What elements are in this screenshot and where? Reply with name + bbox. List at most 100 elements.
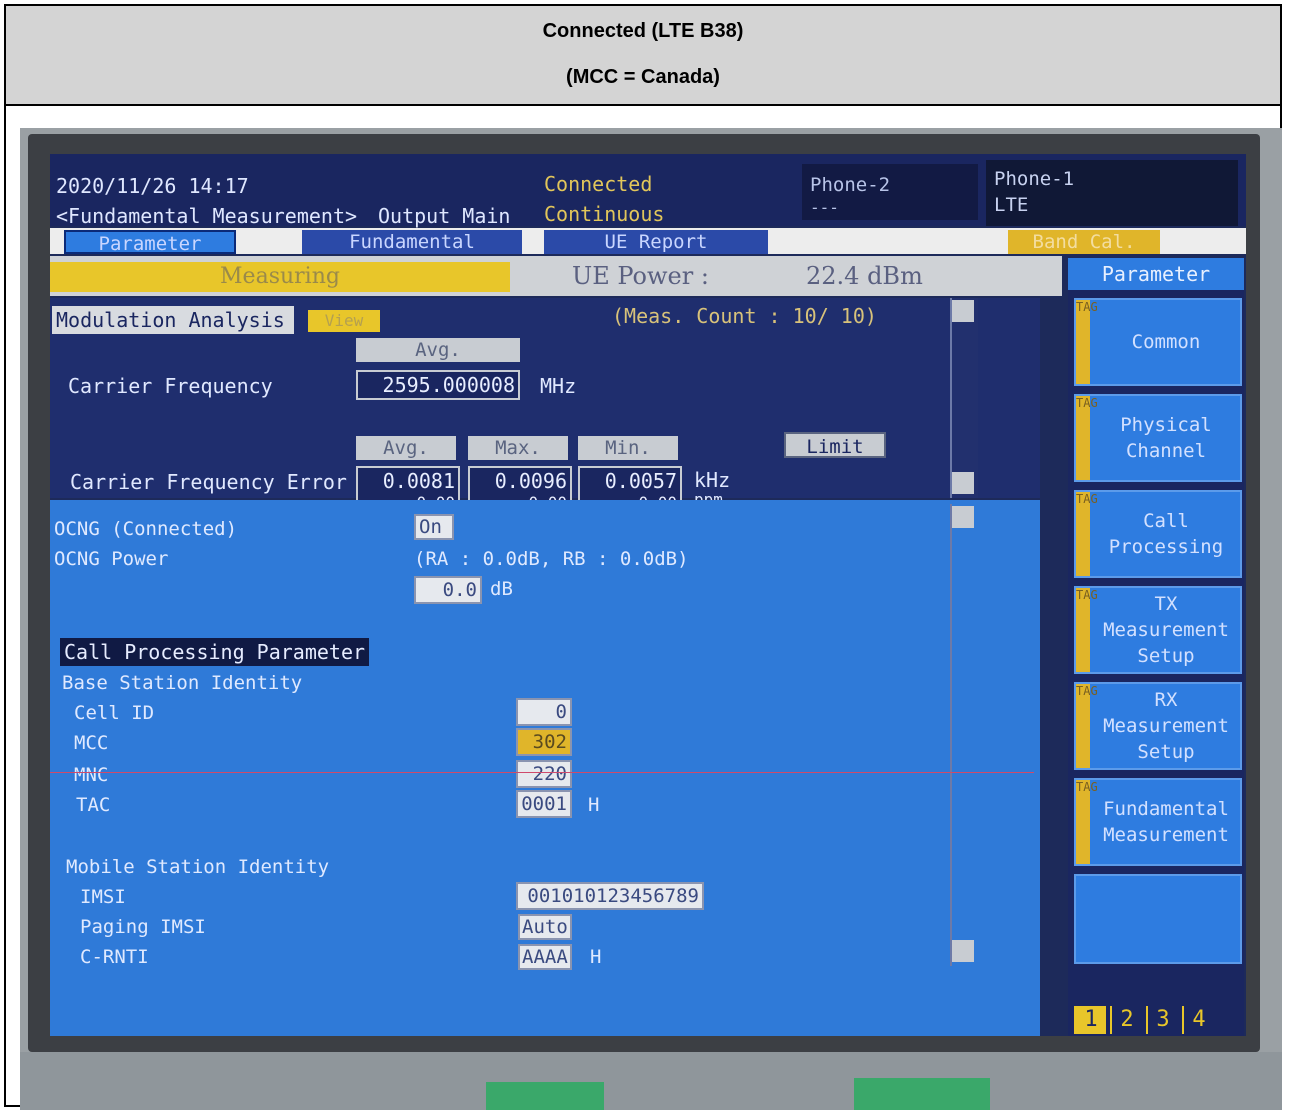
sidebar-button-rx-measurement-setup[interactable]: TAG RX Measurement Setup [1074, 682, 1242, 770]
monitor-base [20, 1052, 1282, 1110]
ocng-value[interactable]: On [414, 514, 454, 540]
connection-status: Connected [544, 172, 653, 196]
scroll-down-icon[interactable] [952, 940, 974, 962]
ocng-power-value[interactable]: 0.0 [414, 576, 482, 604]
screen-divider-line [50, 772, 1034, 773]
carrier-frequency-value: 2595.000008 [356, 370, 520, 400]
phone2-label: Phone-2 [810, 174, 891, 196]
sidebar-button-tx-measurement-setup[interactable]: TAG TX Measurement Setup [1074, 586, 1242, 674]
ue-power-label: UE Power : [572, 262, 709, 290]
cell-id-field[interactable]: 0 [516, 698, 572, 726]
tac-field[interactable]: 0001 [516, 790, 572, 818]
scroll-up-icon[interactable] [952, 506, 974, 528]
tag-icon: TAG [1076, 300, 1098, 384]
mcc-field[interactable]: 302 [516, 728, 572, 756]
modulation-analysis-panel: Modulation Analysis View (Meas. Count : … [50, 298, 1040, 514]
base-station-identity-title: Base Station Identity [62, 672, 303, 694]
tab-bar: Parameter Fundamental UE Report Band Cal… [50, 228, 1246, 255]
ue-power-value: 22.4 dBm [806, 262, 923, 290]
c-rnti-label: C-RNTI [80, 946, 149, 968]
sidebar-button-label: Common [1131, 331, 1201, 353]
carrier-frequency-unit: MHz [540, 374, 577, 398]
tac-label: TAC [76, 794, 111, 816]
sidebar-button-physical-channel[interactable]: TAG Physical Channel [1074, 394, 1242, 482]
imsi-field[interactable]: 001010123456789 [516, 882, 704, 910]
green-object [854, 1078, 990, 1110]
scroll-down-icon[interactable] [952, 472, 974, 494]
err-avg-header: Avg. [356, 436, 456, 460]
view-button[interactable]: View [308, 310, 380, 332]
ocng-label: OCNG (Connected) [54, 518, 238, 540]
mnc-field[interactable]: 220 [516, 760, 572, 788]
avg-header: Avg. [356, 338, 520, 362]
parameter-sidebar: Parameter TAG Common TAG Physical Channel… [1068, 258, 1244, 1036]
page-3[interactable]: 3 [1146, 1006, 1178, 1034]
sidebar-button-label: RX Measurement Setup [1103, 689, 1229, 763]
cfe-max-value: 0.0096 [468, 466, 572, 496]
tag-icon: TAG [1076, 588, 1098, 672]
tag-icon: TAG [1076, 684, 1098, 768]
err-min-header: Min. [578, 436, 678, 460]
phone2-value: --- [810, 198, 839, 217]
tag-icon: TAG [1076, 780, 1098, 864]
caption: Connected (LTE B38) (MCC = Canada) [6, 6, 1280, 106]
sidebar-button-empty[interactable] [1074, 874, 1242, 964]
sidebar-title: Parameter [1068, 258, 1244, 290]
cfe-avg-value: 0.0081 [356, 466, 460, 496]
carrier-frequency-error-label: Carrier Frequency Error [70, 470, 347, 494]
measurement-status-bar: Measuring UE Power : 22.4 dBm [50, 256, 1062, 296]
phone1-value: LTE [994, 194, 1029, 216]
c-rnti-field[interactable]: AAAA [518, 944, 572, 970]
instrument-screen: 2020/11/26 14:17 <Fundamental Measuremen… [50, 154, 1246, 1036]
err-max-header: Max. [468, 436, 568, 460]
sidebar-button-common[interactable]: TAG Common [1074, 298, 1242, 386]
caption-line1: Connected (LTE B38) [542, 20, 744, 42]
sidebar-button-fundamental-measurement[interactable]: TAG Fundamental Measurement [1074, 778, 1242, 866]
page-1[interactable]: 1 [1074, 1006, 1106, 1034]
tac-unit: H [588, 794, 600, 816]
modulation-scrollbar[interactable] [950, 298, 978, 498]
mnc-label: MNC [74, 764, 109, 786]
modulation-title: Modulation Analysis [52, 306, 294, 334]
cell-id-label: Cell ID [74, 702, 155, 724]
cfe-min-value: 0.0057 [578, 466, 682, 496]
page-2[interactable]: 2 [1110, 1006, 1142, 1034]
phone2-panel: Phone-2 --- [802, 164, 978, 220]
cfe-unit: kHz [694, 468, 731, 492]
measuring-indicator: Measuring [50, 262, 510, 292]
scroll-up-icon[interactable] [952, 300, 974, 322]
output-label: Output Main [378, 204, 511, 228]
meas-count: (Meas. Count : 10/ 10) [612, 304, 877, 328]
green-object [486, 1082, 604, 1110]
parameter-list: OCNG (Connected) On OCNG Power (RA : 0.0… [50, 500, 1040, 1036]
ocng-power-info: (RA : 0.0dB, RB : 0.0dB) [414, 548, 689, 570]
tag-icon: TAG [1076, 396, 1098, 480]
c-rnti-unit: H [590, 946, 602, 968]
tab-parameter[interactable]: Parameter [64, 230, 236, 255]
limit-button[interactable]: Limit [784, 432, 886, 458]
sidebar-button-label: Fundamental Measurement [1103, 798, 1229, 846]
band-cal-button[interactable]: Band Cal. [1008, 230, 1160, 254]
mobile-station-identity-title: Mobile Station Identity [66, 856, 330, 878]
parameter-scrollbar[interactable] [950, 504, 978, 966]
sidebar-button-label: TX Measurement Setup [1103, 593, 1229, 667]
continuous-status: Continuous [544, 202, 665, 226]
mcc-label: MCC [74, 732, 109, 754]
page-selector: 1 2 3 4 [1074, 1006, 1242, 1036]
figure-frame: Connected (LTE B38) (MCC = Canada) 2020/… [4, 4, 1282, 1110]
paging-imsi-label: Paging IMSI [80, 916, 206, 938]
sidebar-button-label: Physical Channel [1120, 414, 1212, 462]
sidebar-button-call-processing[interactable]: TAG Call Processing [1074, 490, 1242, 578]
ocng-power-unit: dB [490, 578, 513, 600]
monitor-bezel: 2020/11/26 14:17 <Fundamental Measuremen… [28, 134, 1260, 1052]
mode-label: <Fundamental Measurement> [56, 204, 358, 228]
tab-ue-report[interactable]: UE Report [544, 230, 768, 254]
call-processing-parameter-title: Call Processing Parameter [60, 638, 370, 666]
caption-line2: (MCC = Canada) [566, 66, 720, 88]
paging-imsi-field[interactable]: Auto [518, 914, 572, 940]
tab-fundamental[interactable]: Fundamental [302, 230, 522, 254]
phone1-label: Phone-1 [994, 168, 1075, 190]
page-4[interactable]: 4 [1182, 1006, 1214, 1034]
ocng-power-label: OCNG Power [54, 548, 169, 570]
status-bar: 2020/11/26 14:17 <Fundamental Measuremen… [50, 154, 1246, 228]
